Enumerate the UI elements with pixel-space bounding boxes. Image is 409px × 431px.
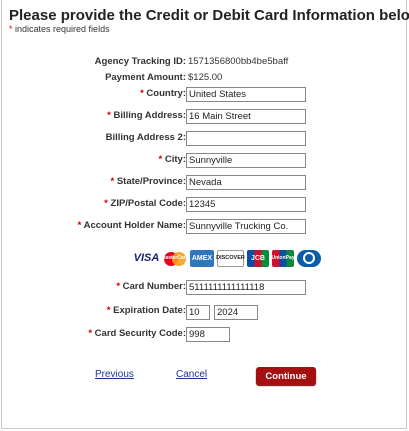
agency-tracking-id-label: Agency Tracking ID:	[94, 56, 186, 67]
city-label-text: City:	[162, 154, 186, 165]
billing-address-label: * Billing Address:	[107, 110, 186, 121]
visa-logo-icon: VISA	[133, 249, 160, 267]
payment-amount-value: $125.00	[188, 72, 223, 83]
required-fields-note: * indicates required fields	[9, 24, 110, 34]
continue-button[interactable]: Continue	[256, 367, 316, 385]
accepted-cards: VISA MasterCard AMEX DISCOVER JCB UnionP…	[133, 248, 321, 268]
card-number-field[interactable]: 5111111111111118	[186, 280, 306, 295]
expiration-date-label: * Expiration Date:	[107, 305, 186, 316]
state-province-label-text: State/Province:	[114, 176, 186, 187]
expiration-month-field[interactable]: 10	[186, 305, 210, 320]
discover-logo-icon: DISCOVER	[216, 249, 245, 267]
card-security-code-label: * Card Security Code:	[88, 328, 186, 339]
jcb-logo-icon: JCB	[247, 249, 269, 267]
row-city: * City: Sunnyville	[0, 153, 406, 169]
row-country: * Country: United States	[0, 87, 406, 103]
row-billing-address-2: Billing Address 2:	[0, 131, 406, 147]
mastercard-logo-icon: MasterCard	[161, 250, 189, 267]
row-card-security-code: * Card Security Code: 998	[0, 327, 406, 343]
diners-club-logo-icon	[297, 249, 321, 267]
city-field[interactable]: Sunnyville	[186, 153, 306, 168]
previous-link[interactable]: Previous	[95, 369, 134, 380]
unionpay-logo-icon: UnionPay	[271, 249, 295, 267]
payment-amount-label: Payment Amount:	[105, 72, 186, 83]
row-agency-tracking-id: Agency Tracking ID: 1571356800bb4be5baff	[0, 55, 406, 71]
row-billing-address: * Billing Address: 16 Main Street	[0, 109, 406, 125]
required-note-text: indicates required fields	[12, 24, 110, 34]
row-zip: * ZIP/Postal Code: 12345	[0, 197, 406, 213]
mastercard-logo-text: MasterCard	[161, 255, 189, 261]
row-state: * State/Province: Nevada	[0, 175, 406, 191]
state-province-label: * State/Province:	[110, 176, 186, 187]
billing-address-2-field[interactable]	[186, 131, 306, 146]
agency-tracking-id-value: 1571356800bb4be5baff	[188, 56, 289, 67]
country-label-text: Country:	[143, 88, 186, 99]
country-field[interactable]: United States	[186, 87, 306, 102]
state-province-field[interactable]: Nevada	[186, 175, 306, 190]
row-payment-amount: Payment Amount: $125.00	[0, 71, 406, 87]
billing-address-field[interactable]: 16 Main Street	[186, 109, 306, 124]
account-holder-name-label-text: Account Holder Name:	[81, 220, 186, 231]
zip-postal-code-label: * ZIP/Postal Code:	[104, 198, 186, 209]
zip-postal-code-field[interactable]: 12345	[186, 197, 306, 212]
card-security-code-label-text: Card Security Code:	[92, 328, 186, 339]
card-number-label: * Card Number:	[116, 281, 186, 292]
billing-address-label-text: Billing Address:	[110, 110, 186, 121]
row-card-number: * Card Number: 5111111111111118	[0, 280, 406, 296]
row-account-holder-name: * Account Holder Name: Sunnyville Trucki…	[0, 219, 406, 235]
country-label: * Country:	[140, 88, 186, 99]
expiration-date-label-text: Expiration Date:	[110, 305, 186, 316]
amex-logo-icon: AMEX	[190, 249, 214, 267]
billing-address-2-label: Billing Address 2:	[105, 132, 186, 143]
account-holder-name-label: * Account Holder Name:	[78, 220, 186, 231]
zip-postal-code-label-text: ZIP/Postal Code:	[107, 198, 187, 209]
row-expiration-date: * Expiration Date: 10 2024	[0, 304, 406, 320]
expiration-year-field[interactable]: 2024	[214, 305, 258, 320]
account-holder-name-field[interactable]: Sunnyville Trucking Co.	[186, 219, 306, 234]
card-security-code-field[interactable]: 998	[186, 327, 230, 342]
cancel-link[interactable]: Cancel	[176, 369, 207, 380]
card-number-label-text: Card Number:	[120, 281, 186, 292]
page-title: Please provide the Credit or Debit Card …	[9, 7, 409, 24]
city-label: * City:	[159, 154, 186, 165]
